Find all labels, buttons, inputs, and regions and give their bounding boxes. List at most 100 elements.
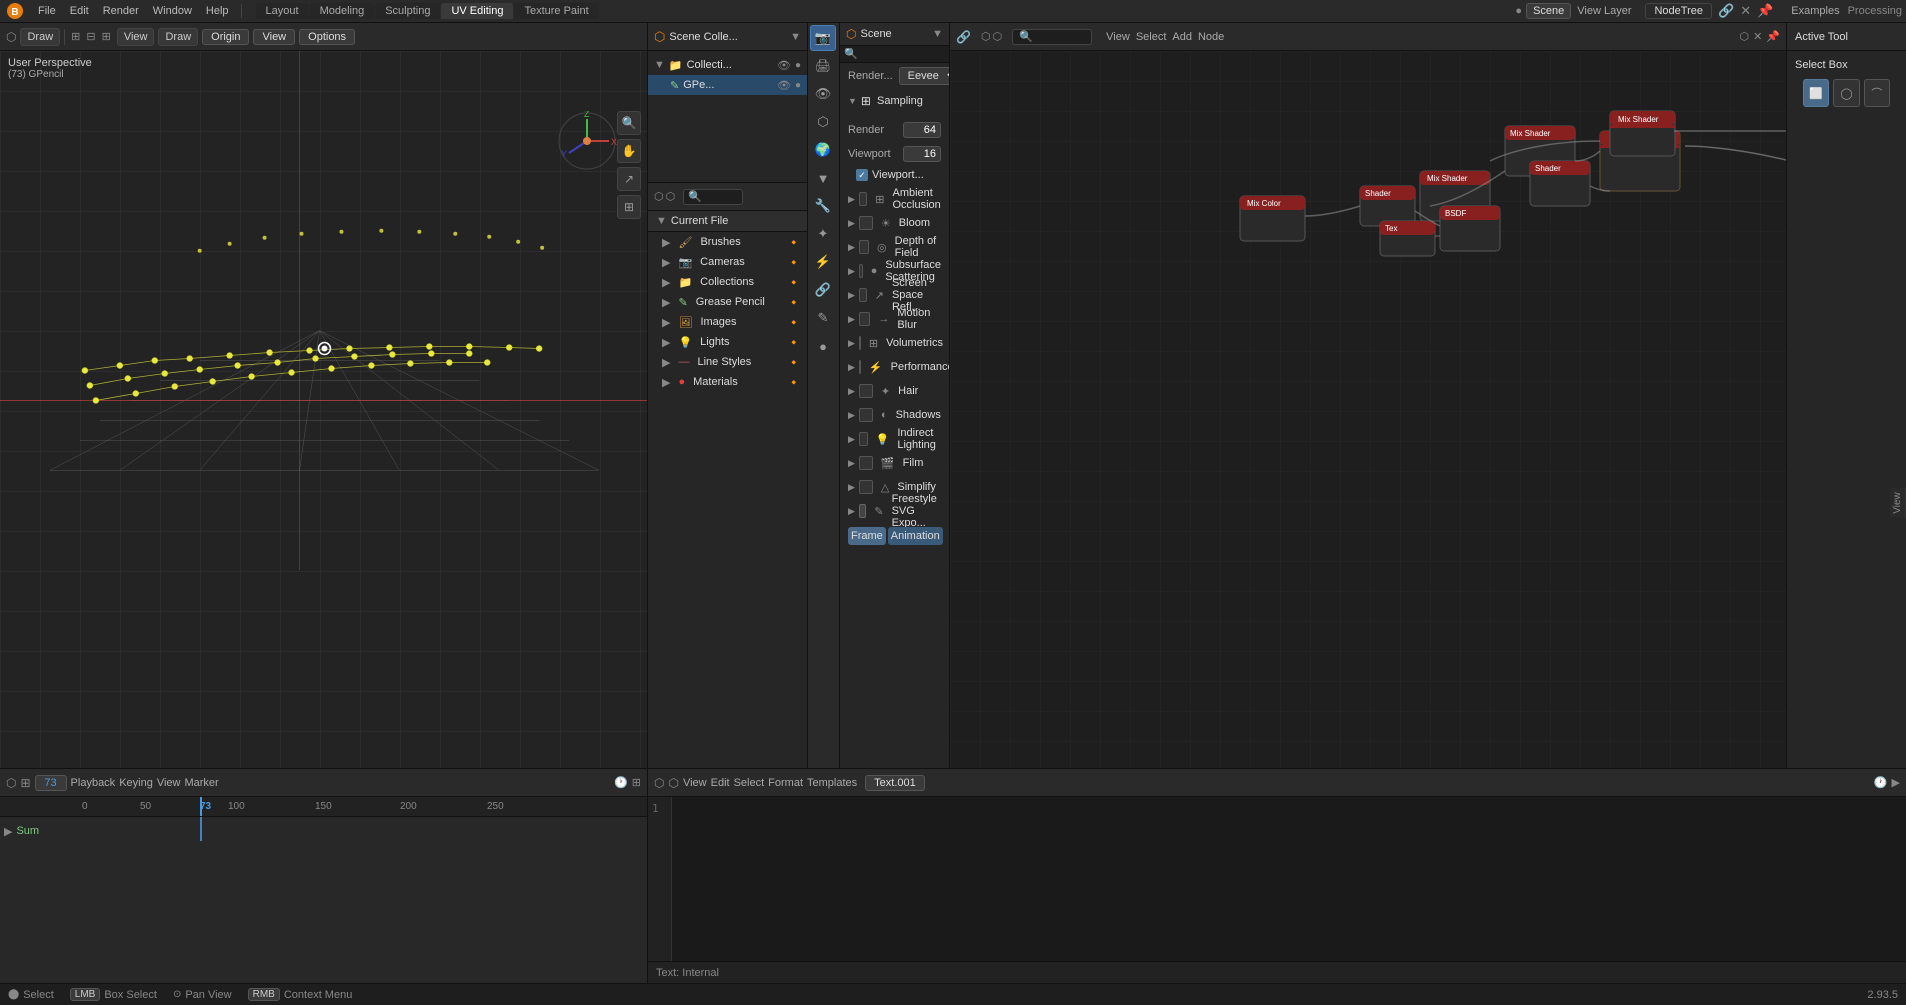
animation-tab[interactable]: Animation [888, 527, 943, 545]
file-item-grease-pencil[interactable]: ▶ ✎ Grease Pencil 🔸 [648, 292, 807, 312]
film-checkbox[interactable] [859, 456, 873, 470]
shad-checkbox[interactable] [859, 408, 873, 422]
collection-cam-icon[interactable]: ● [795, 60, 801, 71]
viewport-type-selector[interactable]: ⬡ [6, 30, 16, 44]
render-sample-value[interactable]: 64 [903, 122, 941, 138]
timeline-clock-icon[interactable]: 🕐 [614, 776, 628, 789]
playback-menu[interactable]: Playback [71, 777, 116, 789]
scene-selector[interactable]: ● Scene [1515, 3, 1571, 19]
node-view-label[interactable]: View [1106, 31, 1130, 43]
prop-icon-modifier[interactable]: 🔧 [810, 193, 836, 219]
effect-bloom[interactable]: ▶ ☀ Bloom [840, 211, 949, 235]
render-engine-select[interactable]: Eevee [899, 67, 949, 85]
gpe-visibility-icon[interactable]: 👁 [777, 79, 791, 92]
text-icon-2[interactable]: ⬡ [668, 776, 678, 790]
view-side-panel-label[interactable]: View [1890, 488, 1906, 518]
effect-performance[interactable]: ▶ ⚡ Performance [840, 355, 949, 379]
node-select-label[interactable]: Select [1136, 31, 1167, 43]
frame-tab[interactable]: Frame [848, 527, 886, 545]
node-icon-1[interactable]: ⬡ [981, 30, 991, 43]
select-box-circle[interactable]: ◯ [1833, 79, 1859, 107]
menu-file[interactable]: File [32, 3, 62, 19]
dof-checkbox[interactable] [859, 240, 869, 254]
tab-layout[interactable]: Layout [256, 3, 309, 19]
select-box-lasso[interactable]: ⌒ [1864, 79, 1890, 107]
toolbar-icon-1[interactable]: ⊞ [69, 28, 82, 45]
prop-icon-scene[interactable]: ⬡ [810, 109, 836, 135]
timeline-snap-icon[interactable]: ⊞ [632, 776, 641, 789]
file-item-cameras[interactable]: ▶ 📷 Cameras 🔸 [648, 252, 807, 272]
node-tree-label[interactable]: NodeTree [1645, 3, 1712, 19]
ssr-checkbox[interactable] [859, 288, 867, 302]
node-pin-icon[interactable]: 📌 [1766, 30, 1780, 43]
node-node-label[interactable]: Node [1198, 31, 1224, 43]
origin-selector[interactable]: Origin [202, 29, 249, 45]
sss-checkbox[interactable] [859, 264, 863, 278]
prop-icon-output[interactable]: 🖨 [810, 53, 836, 79]
file-item-images[interactable]: ▶ 🖼 Images 🔸 [648, 312, 807, 332]
effect-indirect-lighting[interactable]: ▶ 💡 Indirect Lighting [840, 427, 949, 451]
tool-icon-cursor[interactable]: ↗ [617, 167, 641, 191]
prop-icon-particles[interactable]: ✦ [810, 221, 836, 247]
prop-icon-view[interactable]: 👁 [810, 81, 836, 107]
toolbar-icon-3[interactable]: ⊞ [100, 28, 113, 45]
view-toggle-icon[interactable]: ⬡ [654, 190, 664, 203]
tab-modeling[interactable]: Modeling [310, 3, 375, 19]
text-content[interactable] [672, 797, 1906, 961]
pin-icon[interactable]: 📌 [1757, 3, 1773, 19]
view-selector[interactable]: View [253, 29, 295, 45]
viewport-sample-value[interactable]: 16 [903, 146, 941, 162]
prop-icon-constraints[interactable]: 🔗 [810, 277, 836, 303]
menu-help[interactable]: Help [200, 3, 235, 19]
mb-checkbox[interactable] [859, 312, 870, 326]
close-node-icon[interactable]: ✕ [1740, 3, 1751, 19]
text-timer-icon[interactable]: 🕐 [1874, 776, 1888, 789]
gpe-cam-icon[interactable]: ● [795, 80, 801, 91]
prop-icon-object[interactable]: ▼ [810, 165, 836, 191]
perf-checkbox[interactable] [859, 360, 861, 374]
collection-visibility-icon[interactable]: 👁 [777, 59, 791, 72]
text-edit-menu[interactable]: Edit [711, 777, 730, 789]
draw-btn[interactable]: Draw [158, 28, 198, 46]
hair-checkbox[interactable] [859, 384, 873, 398]
file-item-lights[interactable]: ▶ 💡 Lights 🔸 [648, 332, 807, 352]
il-checkbox[interactable] [859, 432, 868, 446]
outliner-item-collection[interactable]: ▼ 📁 Collecti... 👁 ● [648, 55, 807, 75]
prop-icon-material[interactable]: ● [810, 333, 836, 359]
keying-menu[interactable]: Keying [119, 777, 153, 789]
text-format-menu[interactable]: Format [768, 777, 803, 789]
node-close-icon[interactable]: ✕ [1753, 30, 1762, 43]
file-item-collections[interactable]: ▶ 📁 Collections 🔸 [648, 272, 807, 292]
effect-film[interactable]: ▶ 🎬 Film [840, 451, 949, 475]
simp-checkbox[interactable] [859, 480, 873, 494]
effect-hair[interactable]: ▶ ✦ Hair [840, 379, 949, 403]
effect-shadows[interactable]: ▶ ◐ Shadows [840, 403, 949, 427]
options-selector[interactable]: Options [299, 29, 355, 45]
ao-checkbox[interactable] [859, 192, 867, 206]
text-run-icon[interactable]: ▶ [1892, 776, 1900, 789]
prop-icon-render[interactable]: 📷 [810, 25, 836, 51]
tab-uv-editing[interactable]: UV Editing [441, 3, 513, 19]
node-icon-2[interactable]: ⬡ [993, 30, 1003, 43]
bloom-checkbox[interactable] [859, 216, 873, 230]
text-type-icon[interactable]: ⬡ [654, 776, 664, 790]
sort-icon[interactable]: ⬡ [666, 190, 676, 203]
vol-checkbox[interactable] [859, 336, 861, 350]
props-scene-filter[interactable]: ▼ [932, 28, 943, 40]
node-search-input[interactable] [1012, 29, 1092, 45]
select-box-rect[interactable]: ⬜ [1803, 79, 1829, 107]
menu-render[interactable]: Render [97, 3, 145, 19]
text-select-menu[interactable]: Select [734, 777, 765, 789]
toolbar-icon-2[interactable]: ⊟ [84, 28, 97, 45]
effect-ambient-occlusion[interactable]: ▶ ⊞ Ambient Occlusion [840, 187, 949, 211]
file-item-brushes[interactable]: ▶ 🖌 Brushes 🔸 [648, 232, 807, 252]
tool-icon-search[interactable]: 🔍 [617, 111, 641, 135]
free-checkbox[interactable] [859, 504, 866, 518]
file-search-input[interactable] [683, 189, 743, 205]
effect-volumetrics[interactable]: ▶ ⊞ Volumetrics [840, 331, 949, 355]
prop-icon-physics[interactable]: ⚡ [810, 249, 836, 275]
timeline-frame-input[interactable] [35, 775, 67, 791]
view-layer-selector[interactable]: View Layer [1577, 5, 1631, 17]
view-btn[interactable]: View [117, 28, 155, 46]
effect-freestyle[interactable]: ▶ ✎ Freestyle SVG Expo... [840, 499, 949, 523]
